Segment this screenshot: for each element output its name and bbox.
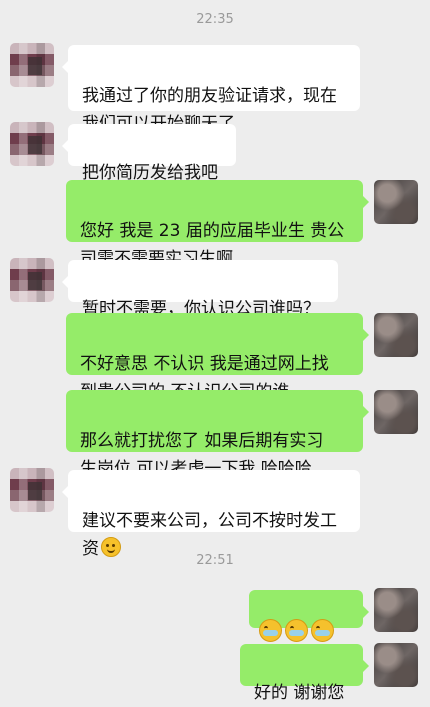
self-avatar[interactable] xyxy=(374,588,418,632)
timestamp: 22:51 xyxy=(196,553,234,568)
message-bubble-incoming[interactable]: 我通过了你的朋友验证请求，现在 我们可以开始聊天了 xyxy=(62,45,360,134)
message-bubble-outgoing[interactable]: 您好 我是 23 届的应届毕业生 贵公 司需不需要实习生啊 xyxy=(66,180,369,269)
message-bubble-outgoing[interactable] xyxy=(249,590,369,667)
self-avatar[interactable] xyxy=(374,313,418,357)
message-bubble-incoming[interactable]: 把你简历发给我吧 xyxy=(62,124,236,183)
message-text: 好的 谢谢您 xyxy=(254,683,345,703)
contact-avatar[interactable] xyxy=(10,258,54,302)
sob-emoji-icon xyxy=(259,619,282,642)
message-bubble-outgoing[interactable]: 好的 谢谢您 xyxy=(240,644,369,703)
contact-avatar[interactable] xyxy=(10,43,54,87)
message-text: 建议不要来公司，公司不按时发工 资 xyxy=(82,511,337,559)
self-avatar[interactable] xyxy=(374,390,418,434)
message-bubble-incoming[interactable]: 暂时不需要，你认识公司谁吗？ xyxy=(62,260,338,319)
sob-emoji-icon xyxy=(285,619,308,642)
timestamp: 22:35 xyxy=(196,12,234,27)
chat-thread: 22:35 我通过了你的朋友验证请求，现在 我们可以开始聊天了 把你简历发给我吧… xyxy=(0,0,430,703)
contact-avatar[interactable] xyxy=(10,468,54,512)
message-bubble-outgoing[interactable]: 不好意思 不认识 我是通过网上找 到贵公司的 不认识公司的谁 xyxy=(66,313,369,402)
message-bubble-incoming[interactable]: 建议不要来公司，公司不按时发工 资 xyxy=(62,470,360,559)
contact-avatar[interactable] xyxy=(10,122,54,166)
self-avatar[interactable] xyxy=(374,180,418,224)
message-bubble-outgoing[interactable]: 那么就打扰您了 如果后期有实习 生岗位 可以考虑一下我 哈哈哈 xyxy=(66,390,369,479)
self-avatar[interactable] xyxy=(374,643,418,687)
sob-emoji-icon xyxy=(311,619,334,642)
